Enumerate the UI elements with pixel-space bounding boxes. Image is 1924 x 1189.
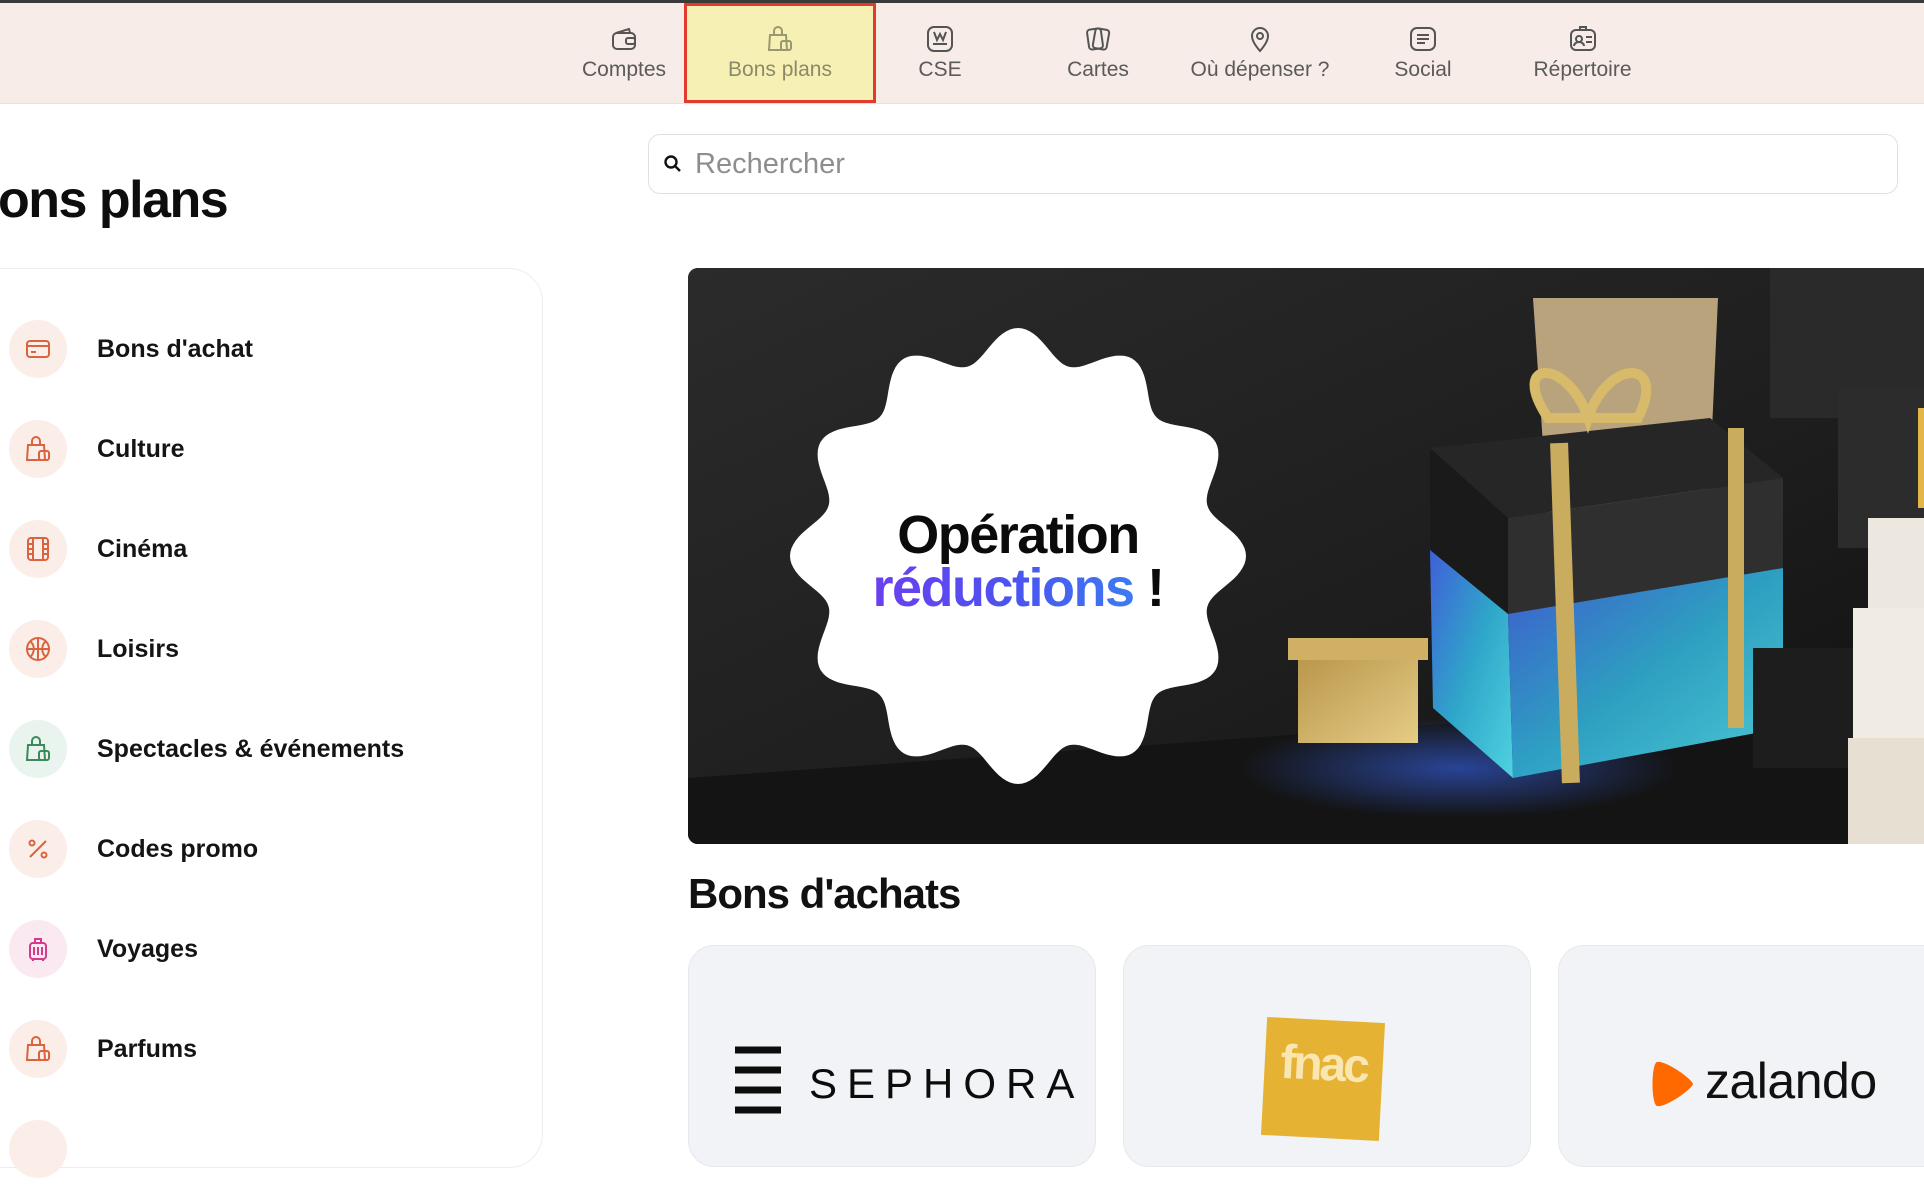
sidebar-item-codes-promo[interactable]: Codes promo [0,809,491,889]
shopping-bag-icon [765,24,795,54]
nav-item-repertoire[interactable]: Répertoire [1520,3,1645,103]
promo-banner[interactable]: Opération réductions ! [688,268,1924,844]
sidebar-item-label: Parfums [97,1034,198,1063]
brand-card-zalando[interactable]: zalando [1558,945,1924,1167]
wallet-icon [609,24,639,54]
nav-item-cse[interactable]: CSE [890,3,990,103]
sidebar-item-culture[interactable]: Culture [0,409,491,489]
gift-card-icon [9,320,67,378]
nav-label: Répertoire [1533,58,1632,81]
location-pin-icon [1245,24,1275,54]
sidebar-item-label: Cinéma [97,534,188,563]
nav-item-ou-depenser[interactable]: Où dépenser ? [1180,3,1340,103]
brand-card-fnac[interactable]: fnac [1123,945,1531,1167]
cards-icon [1083,24,1113,54]
nav-label: Où dépenser ? [1190,58,1330,81]
sidebar-item-bons-dachat[interactable]: Bons d'achat [0,309,491,389]
sidebar-item-label: Loisirs [97,634,179,663]
category-sidebar: Bons d'achat Culture Cinéma Loisirs Spec… [0,268,543,1178]
brand-card-sephora[interactable]: SEPHORA [688,945,1096,1167]
sidebar-item-parfums[interactable]: Parfums [0,1009,491,1089]
zalando-logo-icon [1652,1061,1693,1107]
sidebar-item-label: Bons d'achat [97,334,253,363]
category-icon [9,1120,67,1178]
directory-icon [1568,24,1598,54]
brand-logo-text: zalando [1705,1053,1877,1109]
search-input[interactable] [693,146,1847,182]
section-title: Bons d'achats [688,870,961,917]
sidebar-item-label: Culture [97,434,185,463]
sidebar-item-cinema[interactable]: Cinéma [0,509,491,589]
sidebar-item-label: Codes promo [97,834,259,863]
film-icon [9,520,67,578]
social-icon [1408,24,1438,54]
nav-item-comptes[interactable]: Comptes [569,3,679,103]
sidebar-item-label: Voyages [97,934,198,963]
nav-label: Comptes [581,58,667,81]
suitcase-icon [9,920,67,978]
brand-logo-text: fnac [1279,1035,1369,1093]
sidebar-item-loisirs[interactable]: Loisirs [0,609,491,689]
cse-icon [925,24,955,54]
search-icon [663,154,683,174]
search-bar[interactable] [648,134,1898,194]
nav-label: Cartes [1067,58,1129,81]
sidebar-item-voyages[interactable]: Voyages [0,909,491,989]
sidebar-item-spectacles[interactable]: Spectacles & événements [0,709,491,789]
basketball-icon [9,620,67,678]
top-navigation: Comptes Bons plans CSE Cartes Où dépense… [0,3,1924,104]
shopping-bag-icon [9,1020,67,1078]
percent-icon [9,820,67,878]
nav-item-cartes[interactable]: Cartes [1048,3,1148,103]
brand-logo-text: SEPHORA [809,1060,1085,1107]
sidebar-item-label: Spectacles & événements [97,734,405,763]
banner-illustration [688,268,1924,844]
nav-label: Social [1394,58,1452,81]
nav-label: Bons plans [728,58,832,81]
shopping-bag-icon [9,420,67,478]
sephora-logo-icon [735,1046,781,1114]
shopping-bag-icon [9,720,67,778]
fnac-logo: fnac [1260,1016,1386,1142]
nav-label: CSE [918,58,962,81]
nav-item-bons-plans[interactable]: Bons plans [684,3,876,103]
sidebar-item-partial[interactable] [0,1109,491,1189]
nav-item-social[interactable]: Social [1373,3,1473,103]
page-title: ons plans [0,171,229,229]
